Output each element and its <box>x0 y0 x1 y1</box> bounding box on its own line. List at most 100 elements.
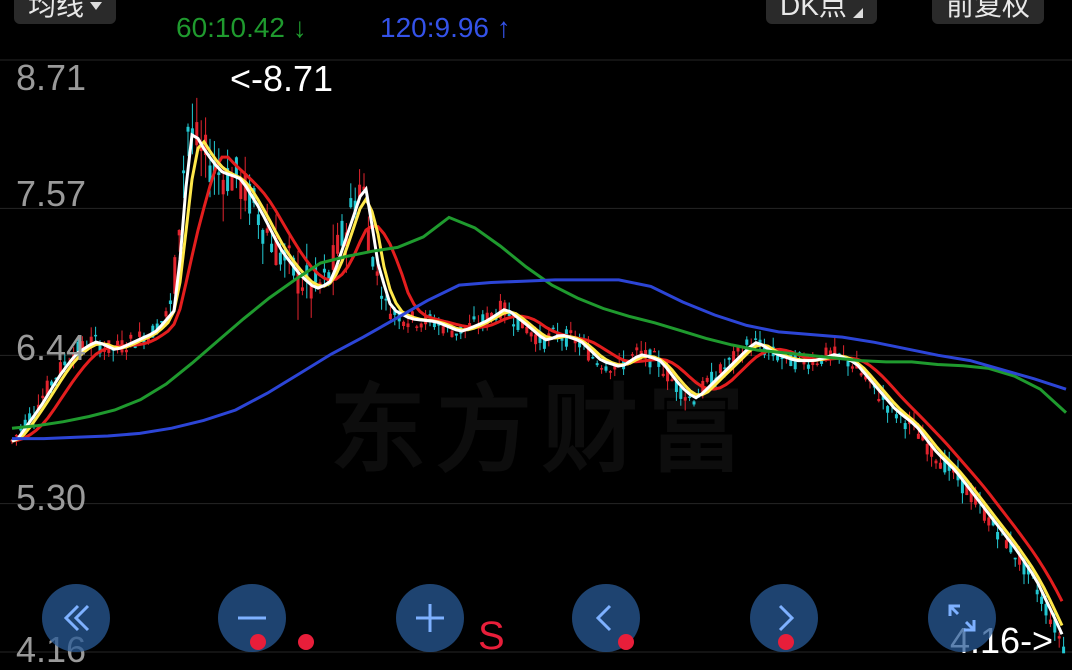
candle-body <box>375 271 379 276</box>
y-tick-label: 8.71 <box>16 57 87 98</box>
candle-body <box>432 323 436 328</box>
candle-body <box>380 295 384 299</box>
candle-body <box>1057 636 1061 639</box>
candle-body <box>806 364 810 369</box>
candle-body <box>754 338 758 340</box>
ma-red-line <box>11 155 1064 602</box>
candle-body <box>1004 540 1008 549</box>
candle-body <box>402 321 406 327</box>
candle-body <box>265 228 269 233</box>
chevron-down-icon <box>90 2 103 10</box>
candle-body <box>1062 646 1066 654</box>
y-tick-label: 5.30 <box>16 477 87 518</box>
candle-body <box>925 443 929 455</box>
ma120-value: 120:9.96 ↑ <box>380 12 511 43</box>
candle-body <box>894 414 898 419</box>
candle-body <box>938 462 942 469</box>
candle-body <box>186 126 190 132</box>
candle-body <box>745 339 749 345</box>
candle-body <box>331 245 335 270</box>
candle-body <box>903 423 907 430</box>
candle-body <box>551 327 555 330</box>
candle-body <box>318 282 322 284</box>
candle-body <box>916 433 920 439</box>
candle-body <box>450 330 454 338</box>
candle-body <box>661 373 665 376</box>
candle-body <box>718 364 722 374</box>
candle-body <box>441 326 445 334</box>
y-tick-label: 7.57 <box>16 173 87 214</box>
candle-body <box>349 198 353 208</box>
candle-body <box>1013 557 1017 560</box>
candle-body <box>217 172 221 176</box>
scroll-far-left-button[interactable] <box>42 584 110 652</box>
candle-body <box>670 379 674 381</box>
candle-body <box>512 324 516 327</box>
candle-body <box>322 268 326 273</box>
candle-body <box>886 406 890 413</box>
ma60-value: 60:10.42 ↓ <box>176 12 307 43</box>
candle-body <box>256 214 260 226</box>
adjust-selector[interactable]: 前复权 <box>932 0 1045 24</box>
candle-body <box>419 323 423 328</box>
candle-body <box>630 354 634 356</box>
candle-body <box>1044 604 1048 616</box>
fullscreen-button[interactable] <box>928 584 996 652</box>
dropdown-corner-icon <box>852 8 863 18</box>
dk-point-selector[interactable]: DK点 <box>766 0 877 24</box>
candle-body <box>1040 596 1044 604</box>
candle-body <box>14 434 18 437</box>
candle-body <box>177 230 181 236</box>
candle-body <box>278 252 282 265</box>
candle-body <box>934 460 938 464</box>
candle-body <box>164 311 168 317</box>
candle-body <box>195 122 199 146</box>
indicator-selector[interactable]: 均线 <box>14 0 117 24</box>
candle-body <box>850 366 854 369</box>
candle-body <box>124 349 128 353</box>
chevron-left-icon <box>595 604 612 632</box>
minus-icon <box>238 616 266 620</box>
price-plot <box>0 59 1072 654</box>
candle-body <box>129 334 133 339</box>
candle-body <box>635 347 639 351</box>
candle-body <box>340 220 344 246</box>
candle-body <box>270 243 274 253</box>
sell-signal-marker: S <box>478 614 505 658</box>
signal-dot <box>250 634 266 650</box>
candle-body <box>230 175 234 191</box>
kline-chart[interactable]: 东方财富 8.71 7.57 6.44 5.30 4.16 <-8.71 4.1… <box>0 52 1072 670</box>
candle-body <box>529 332 533 337</box>
candle-body <box>371 257 375 267</box>
candle-body <box>652 350 656 353</box>
candle-body <box>608 371 612 373</box>
candle-body <box>94 334 98 337</box>
candle-body <box>182 170 186 174</box>
candle-body <box>815 363 819 365</box>
zoom-in-button[interactable] <box>396 584 464 652</box>
candle-body <box>221 179 225 195</box>
high-price-marker: <-8.71 <box>230 58 334 99</box>
candle-body <box>261 229 265 244</box>
candle-body <box>168 300 172 305</box>
candle-body <box>388 313 392 320</box>
candle-body <box>472 316 476 320</box>
candle-body <box>336 234 340 254</box>
candle-body <box>688 396 692 399</box>
candle-body <box>727 357 731 360</box>
candle-body <box>859 373 863 376</box>
candle-body <box>987 517 991 526</box>
candle-body <box>692 401 696 405</box>
signal-dot <box>618 634 634 650</box>
candle-body <box>683 397 687 401</box>
candle-body <box>415 326 419 328</box>
double-chevron-left-icon <box>63 604 90 632</box>
expand-arrows-icon <box>948 604 976 632</box>
chart-toolbar: 均线 60:10.42 ↓ 120:9.96 ↑ DK点 前复权 <box>0 0 1072 43</box>
candle-body <box>406 323 410 328</box>
ma-yellow-line <box>11 139 1064 627</box>
chevron-right-icon <box>778 604 795 632</box>
candle-body <box>877 398 881 402</box>
candle-body <box>846 360 850 367</box>
candle-body <box>595 363 599 366</box>
